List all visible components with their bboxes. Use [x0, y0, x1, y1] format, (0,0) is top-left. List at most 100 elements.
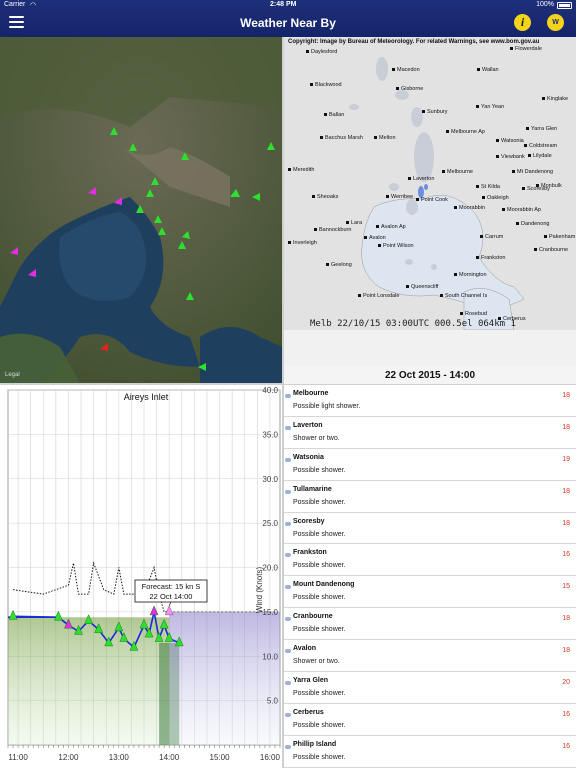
chart-x-tick-label: 16:00 [260, 753, 281, 762]
forecast-description: Possible shower. [293, 498, 346, 506]
radar-town-label: Cranbourne [534, 247, 568, 253]
chart-y-tick-label: 40.0 [262, 386, 278, 395]
radar-town-label: Ballan [324, 112, 344, 118]
chart-tooltip-line1: Forecast: 15 kn S [142, 582, 201, 591]
radar-town-label: Sheoaks [312, 194, 338, 200]
radar-town-label: Laverton [408, 176, 434, 182]
forecast-row[interactable]: Tullamarine Possible shower. 18 [284, 480, 576, 513]
forecast-location: Yarra Glen [293, 677, 329, 685]
radar-copyright: Copyright: Image by Bureau of Meteorolog… [288, 39, 540, 45]
forecast-row[interactable]: Cranbourne Possible shower. 18 [284, 608, 576, 641]
radar-town-label: Carrum [480, 234, 503, 240]
radar-town-label: Point Cook [416, 197, 448, 203]
radar-image[interactable]: Copyright: Image by Bureau of Meteorolog… [284, 37, 576, 330]
warning-icon[interactable]: W [547, 14, 564, 31]
forecast-row[interactable]: Mount Dandenong Possible shower. 15 [284, 576, 576, 609]
radar-town-label: Queenscliff [406, 284, 438, 290]
forecast-row[interactable]: Yarra Glen Possible shower. 20 [284, 672, 576, 704]
forecast-location: Laverton [293, 421, 323, 429]
radar-town-label: Coldstream [524, 143, 557, 149]
radar-town-label: Yarra Glen [526, 126, 557, 132]
weather-icon [285, 712, 291, 717]
forecast-row[interactable]: Cerberus Possible shower. 16 [284, 703, 576, 736]
weather-icon [285, 425, 291, 430]
radar-town-label: Yan Yean [476, 104, 504, 110]
legal-link[interactable]: Legal [5, 372, 20, 378]
radar-town-label: Geelong [326, 262, 352, 268]
forecast-temperature: 20 [562, 679, 570, 687]
forecast-row[interactable]: Frankston Possible shower. 16 [284, 544, 576, 577]
forecast-list[interactable]: Melbourne Possible light shower. 18 Laverto… [284, 385, 576, 768]
forecast-temperature: 18 [562, 423, 570, 431]
weather-icon [285, 457, 291, 462]
forecast-location: Cranbourne [293, 613, 333, 621]
weather-icon [285, 521, 291, 526]
page-title: Weather Near By [240, 16, 336, 30]
radar-town-label: Sunbury [422, 109, 448, 115]
battery-icon [557, 2, 572, 9]
forecast-temperature: 18 [562, 519, 570, 527]
chart-y-tick-label: 20.0 [262, 564, 278, 573]
radar-town-label: Viewbank [496, 154, 525, 160]
forecast-temperature: 16 [562, 742, 570, 750]
radar-town-label: Point Wilson [378, 243, 414, 249]
radar-town-label: Lara [346, 220, 362, 226]
chart-y-tick-label: 15.0 [262, 608, 278, 617]
wifi-icon: ◠ [30, 2, 37, 9]
forecast-description: Possible shower. [293, 562, 346, 570]
chart-observed-area [8, 617, 170, 745]
forecast-location: Frankston [293, 549, 327, 557]
radar-town-label: Mornington [454, 272, 487, 278]
forecast-row[interactable]: Watsonia Possible shower. 19 [284, 448, 576, 481]
satellite-map[interactable]: Legal [0, 37, 282, 383]
chart-y-tick-label: 10.0 [262, 652, 278, 661]
chart-y-tick-label: 25.0 [262, 519, 278, 528]
forecast-row[interactable]: Avalon Shower or two. 18 [284, 640, 576, 673]
weather-icon [285, 553, 291, 558]
forecast-temperature: 16 [562, 710, 570, 718]
radar-footer: Melb 22/10/15 03:00UTC 000.5el 064km 1 [310, 319, 516, 329]
radar-town-label: South Channel Is [440, 293, 487, 299]
radar-town-label: Oakleigh [482, 195, 509, 201]
forecast-location: Scoresby [293, 517, 325, 525]
radar-town-label: Moorabbin Ap [502, 207, 541, 213]
radar-town-label: Dandenong [516, 221, 549, 227]
chart-y-tick-label: 30.0 [262, 475, 278, 484]
forecast-location: Tullamarine [293, 485, 332, 493]
chart-y-tick-label: 5.0 [267, 697, 279, 706]
forecast-temperature: 18 [562, 647, 570, 655]
forecast-row[interactable]: Scoresby Possible shower. 18 [284, 512, 576, 545]
radar-town-label: Lilydale [528, 153, 552, 159]
forecast-row[interactable]: Laverton Shower or two. 18 [284, 416, 576, 449]
radar-town-label: Watsonia [496, 138, 524, 144]
warning-label: W [552, 19, 559, 26]
forecast-description: Possible shower. [293, 753, 346, 761]
weather-icon [285, 617, 291, 622]
radar-town-label: Wallan [477, 67, 499, 73]
forecast-temperature: 15 [562, 583, 570, 591]
chart-x-tick-label: 11:00 [8, 753, 28, 762]
wind-chart[interactable]: 5.0 10.0 15.0 20.0 25.0 30.0 35.0 40.0 11:00 12:0… [0, 385, 282, 768]
radar-town-label: Mt Dandenong [512, 169, 553, 175]
forecast-temperature: 16 [562, 551, 570, 559]
forecast-location: Mount Dandenong [293, 581, 355, 589]
chart-x-tick-label: 12:00 [58, 753, 79, 762]
radar-town-label: Pakenham [544, 234, 575, 240]
radar-town-label: Avalon Ap [376, 224, 406, 230]
chart-x-tick-label: 13:00 [109, 753, 130, 762]
radar-panel-blank [284, 330, 576, 366]
weather-icon [285, 744, 291, 749]
radar-town-label: Bacchus Marsh [320, 135, 363, 141]
radar-town-label: Flowerdale [510, 46, 542, 52]
radar-town-label: Monbulk [536, 183, 562, 189]
radar-town-label: Melbourne Ap [446, 129, 485, 135]
forecast-row[interactable]: Melbourne Possible light shower. 18 [284, 385, 576, 417]
forecast-description: Shower or two. [293, 434, 340, 442]
forecast-location: Avalon [293, 645, 317, 653]
forecast-description: Possible shower. [293, 690, 346, 698]
status-time: 2:48 PM [270, 1, 297, 8]
chart-x-tick-label: 14:00 [159, 753, 180, 762]
forecast-row[interactable]: Phillip Island Possible shower. 16 [284, 735, 576, 768]
forecast-description: Possible shower. [293, 594, 346, 602]
info-icon[interactable]: i [514, 14, 531, 31]
